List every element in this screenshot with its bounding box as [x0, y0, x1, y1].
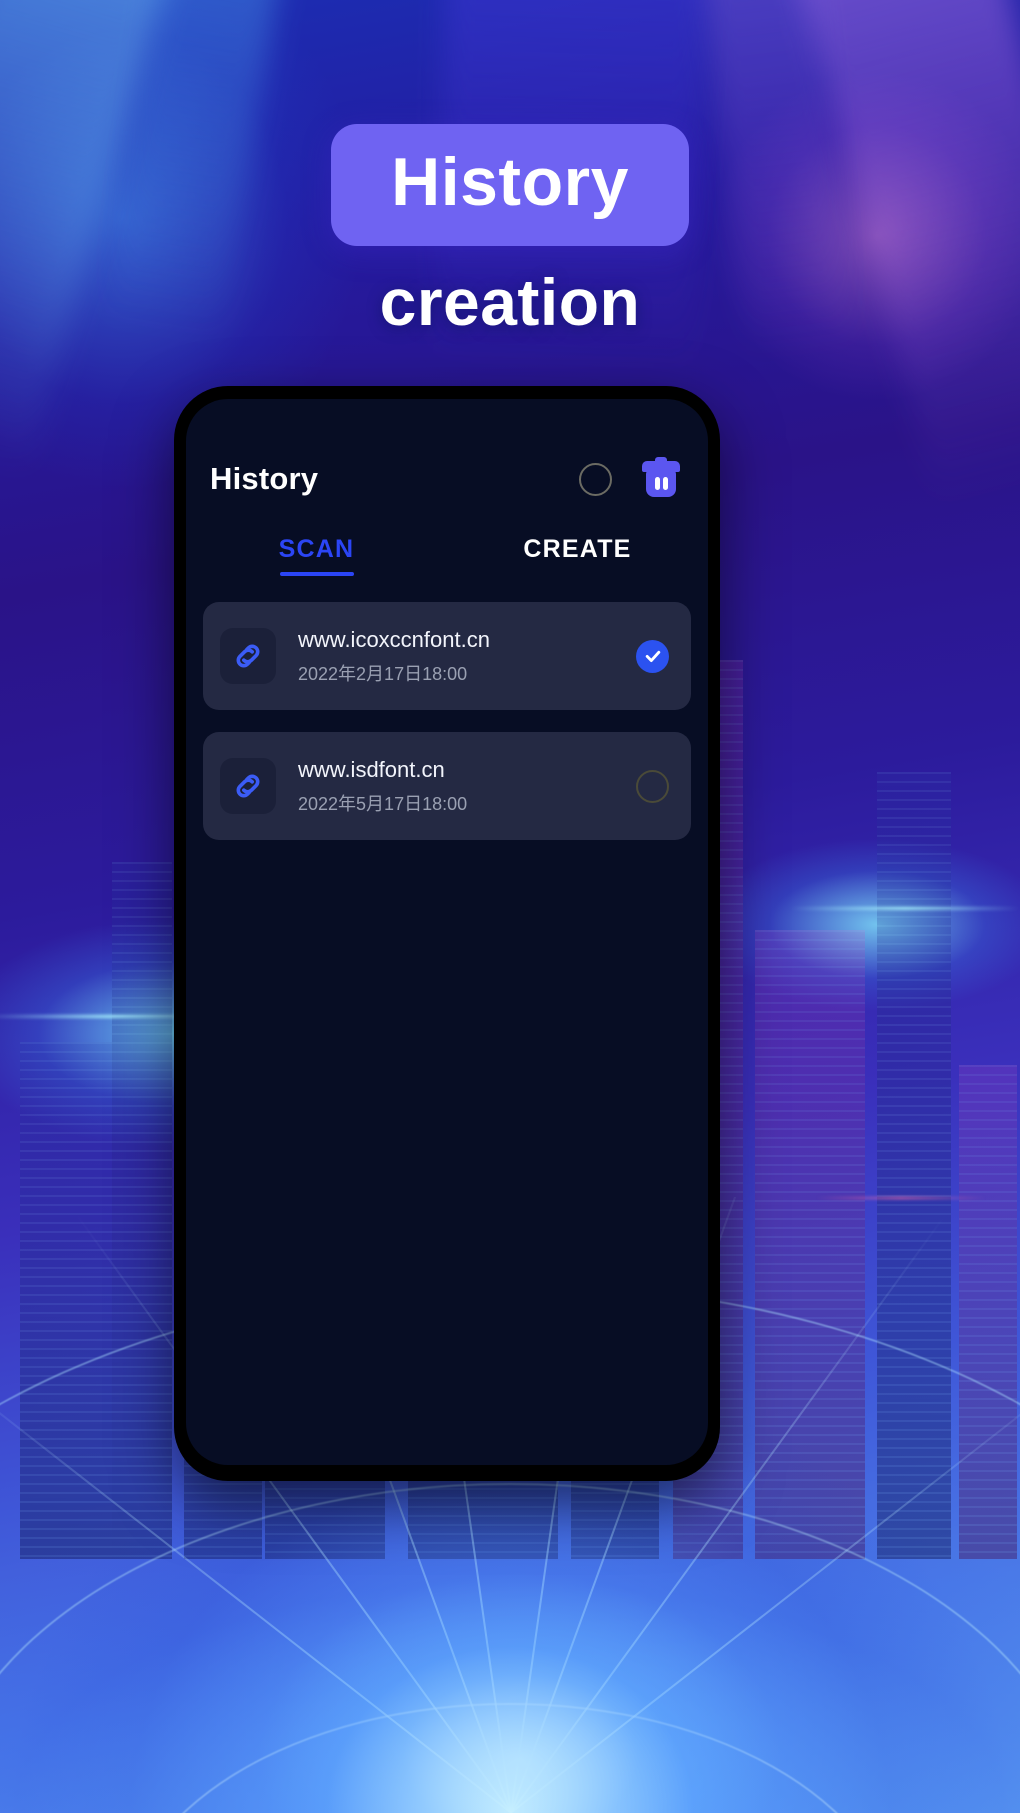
app-header: History — [186, 399, 708, 497]
list-item-title: www.isdfont.cn — [298, 757, 445, 783]
history-list: www.icoxccnfont.cn 2022年2月17日18:00 www.i… — [186, 576, 708, 840]
list-item-timestamp: 2022年2月17日18:00 — [298, 663, 468, 684]
link-icon — [220, 758, 276, 814]
tab-scan[interactable]: SCAN — [186, 535, 447, 576]
list-item[interactable]: www.icoxccnfont.cn 2022年2月17日18:00 — [203, 602, 691, 710]
checkmark-icon[interactable] — [636, 639, 669, 673]
lens-flare — [790, 906, 1020, 910]
unchecked-circle-icon[interactable] — [636, 769, 669, 803]
list-item-text: www.isdfont.cn 2022年5月17日18:00 — [298, 756, 636, 816]
link-icon — [220, 628, 276, 684]
delete-trash-icon[interactable] — [642, 457, 680, 497]
tab-bar: SCAN CREATE — [186, 497, 708, 576]
poster-headline: History creation — [0, 124, 1020, 340]
list-item-title: www.icoxccnfont.cn — [298, 627, 490, 653]
header-actions — [579, 457, 680, 497]
select-all-circle-icon[interactable] — [579, 462, 612, 496]
tab-create[interactable]: CREATE — [447, 535, 708, 576]
headline-badge: History — [331, 124, 689, 246]
phone-screen: History SCAN CREATE www.icoxccnfont.cn 2… — [186, 399, 708, 1465]
headline-subtitle: creation — [379, 265, 641, 339]
page-title: History — [210, 461, 319, 496]
list-item-text: www.icoxccnfont.cn 2022年2月17日18:00 — [298, 626, 636, 686]
lens-flare — [816, 1196, 986, 1199]
list-item[interactable]: www.isdfont.cn 2022年5月17日18:00 — [203, 732, 691, 840]
phone-mockup: History SCAN CREATE www.icoxccnfont.cn 2… — [174, 386, 720, 1481]
list-item-timestamp: 2022年5月17日18:00 — [298, 793, 468, 814]
